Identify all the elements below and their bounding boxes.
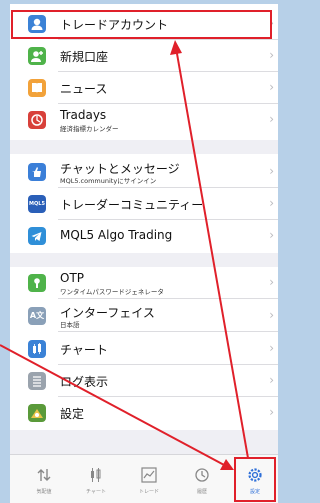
menu-item-new-account[interactable]: 新規口座 › [10,40,278,72]
quotes-icon [34,465,54,485]
tab-label: トレード [138,489,159,495]
tab-chart[interactable]: チャート [72,455,120,503]
menu-item-news[interactable]: ニュース › [10,72,278,104]
menu-item-algo-trading[interactable]: MQL5 Algo Trading › [10,220,278,252]
menu-item-label: MQL5 Algo Trading [60,228,173,242]
tab-trade[interactable]: トレード [125,455,173,503]
chevron-right-icon: › [269,308,274,322]
divider [58,298,278,299]
chevron-right-icon: › [269,112,274,126]
tab-label: 履歴 [196,489,207,495]
menu-item-chat[interactable]: チャットとメッセージ MQL5.communityにサインイン › [10,156,278,188]
chevron-right-icon: › [269,228,274,242]
chevron-right-icon: › [269,196,274,210]
menu-item-label: チャート [60,343,108,357]
tab-label: 気配値 [36,489,52,495]
chevron-right-icon: › [269,164,274,178]
menu-group-settings: OTP ワンタイムパスワードジェネレータ › A文 インターフェイス 日本語 ›… [10,267,278,430]
menu-item-label: Tradays [60,108,107,122]
menu-item-interface[interactable]: A文 インターフェイス 日本語 › [10,300,278,332]
tab-label: チャート [86,489,106,495]
menu-item-label: ログ表示 [60,375,109,389]
log-icon [28,372,46,390]
tradays-icon [28,111,46,129]
section-separator [10,253,278,267]
menu-item-label: OTP [60,271,85,285]
chart-icon [28,340,46,358]
chevron-right-icon: › [269,341,274,355]
menu-item-subtitle: ワンタイムパスワードジェネレータ [60,288,164,296]
chat-icon [28,163,46,181]
menu-item-log[interactable]: ログ表示 › [10,365,278,397]
chevron-right-icon: › [269,48,274,62]
history-icon [192,465,212,485]
menu-item-subtitle: MQL5.communityにサインイン [60,177,157,185]
menu-item-tradays[interactable]: Tradays 経済指標カレンダー › [10,104,278,136]
screen: トレードアカウント › 新規口座 › ニュース › Tradays 経済指標カレ… [0,0,278,503]
menu-item-chart[interactable]: チャート › [10,333,278,365]
mql5-icon: MQL5 [28,195,46,213]
tab-bar: 気配値 チャート トレード 履歴 設定 [10,454,278,503]
menu-item-settings[interactable]: 設定 › [10,397,278,429]
menu-item-trader-community[interactable]: MQL5 トレーダーコミュニティー › [10,188,278,220]
tab-history[interactable]: 履歴 [178,455,226,503]
trade-icon [139,465,159,485]
chart-tab-icon [86,465,106,485]
menu-group-community: チャットとメッセージ MQL5.communityにサインイン › MQL5 ト… [10,154,278,253]
menu-item-subtitle: 日本語 [60,321,80,329]
otp-icon [28,274,46,292]
chevron-right-icon: › [269,275,274,289]
menu-item-otp[interactable]: OTP ワンタイムパスワードジェネレータ › [10,267,278,299]
section-separator [10,140,278,154]
chevron-right-icon: › [269,405,274,419]
news-icon [28,79,46,97]
section-separator [10,430,278,454]
chevron-right-icon: › [269,80,274,94]
settings-tab-highlight [234,457,276,502]
menu-item-label: ニュース [60,82,108,96]
telegram-icon [28,227,46,245]
new-account-icon [28,47,46,65]
interface-icon: A文 [28,307,46,325]
trade-account-highlight [11,10,272,39]
tab-quotes[interactable]: 気配値 [20,455,68,503]
menu-item-subtitle: 経済指標カレンダー [60,125,119,133]
menu-item-label: トレーダーコミュニティー [60,198,204,212]
menu-item-label: 新規口座 [60,50,109,64]
menu-item-label: 設定 [60,407,85,421]
divider [58,331,278,332]
settings-app-icon [28,404,46,422]
chevron-right-icon: › [269,373,274,387]
